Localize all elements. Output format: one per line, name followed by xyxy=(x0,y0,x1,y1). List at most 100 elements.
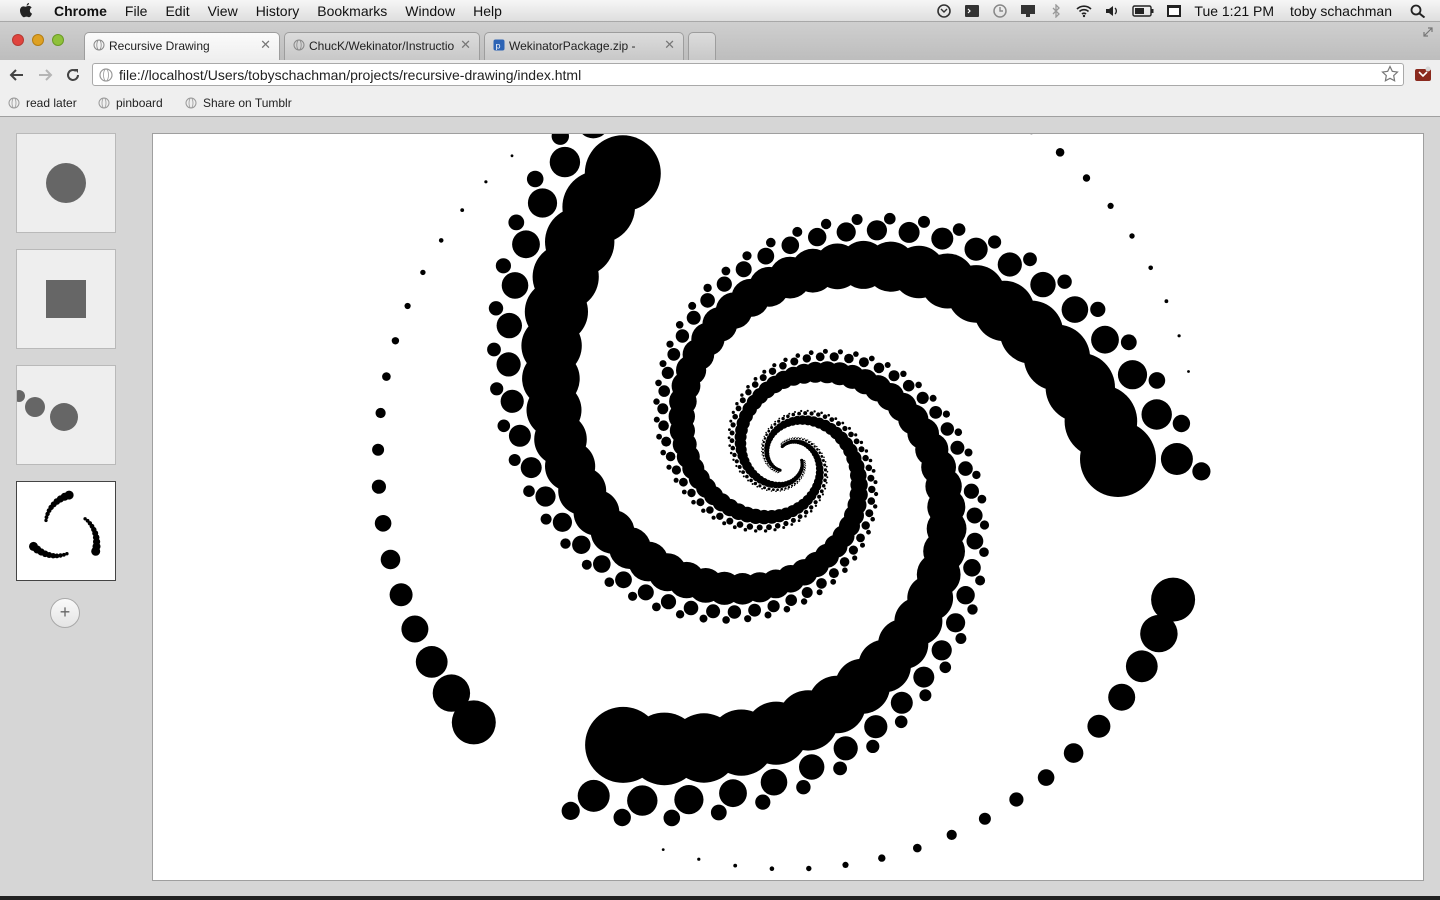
terminal-icon[interactable] xyxy=(964,4,980,18)
spiral-satellite-dot xyxy=(952,223,966,236)
spiral-satellite-dot xyxy=(782,441,784,443)
clock-icon[interactable] xyxy=(992,4,1008,18)
tab-recursive-drawing[interactable]: Recursive Drawing ✕ xyxy=(84,32,280,61)
browser-toolbar: file://localhost/Users/tobyschachman/pro… xyxy=(0,60,1440,90)
menu-history[interactable]: History xyxy=(256,2,300,20)
drawing-canvas[interactable] xyxy=(152,133,1424,881)
minimize-window-button[interactable] xyxy=(32,34,44,46)
tail-dot xyxy=(733,863,738,868)
spiral-satellite-dot xyxy=(813,445,816,448)
spiral-satellite-dot xyxy=(769,467,772,469)
spiral-satellite-dot xyxy=(721,266,731,276)
thumbnail-spiral-drawing[interactable] xyxy=(16,481,116,581)
forward-icon[interactable] xyxy=(36,66,54,84)
time-machine-icon[interactable] xyxy=(936,4,952,18)
menu-bookmarks[interactable]: Bookmarks xyxy=(317,2,387,20)
spiral-satellite-dot xyxy=(765,431,767,434)
spiral-satellite-dot xyxy=(864,449,869,453)
menu-user[interactable]: toby schachman xyxy=(1290,0,1392,22)
spiral-satellite-dot xyxy=(729,430,735,436)
spiral-satellite-dot xyxy=(658,385,670,397)
square-shape-icon xyxy=(46,280,86,318)
menu-view[interactable]: View xyxy=(208,2,238,20)
spiral-satellite-dot xyxy=(675,610,685,619)
volume-icon[interactable] xyxy=(1104,4,1120,18)
tail-dot xyxy=(1140,614,1178,653)
calendar-icon[interactable] xyxy=(1166,4,1182,18)
fullscreen-icon[interactable] xyxy=(1422,26,1434,38)
zoom-window-button[interactable] xyxy=(52,34,64,46)
spiral-satellite-dot xyxy=(784,439,786,441)
spiral-satellite-dot xyxy=(988,235,1002,249)
reload-icon[interactable] xyxy=(64,66,82,84)
wifi-icon[interactable] xyxy=(1076,4,1092,18)
spiral-satellite-dot xyxy=(728,444,731,447)
spiral-satellite-dot xyxy=(766,524,772,531)
add-shape-button[interactable]: + xyxy=(50,598,80,628)
spiral-satellite-dot xyxy=(801,587,813,598)
bookmark-star-icon[interactable] xyxy=(1381,65,1399,83)
spiral-satellite-dot xyxy=(779,490,781,492)
spiral-satellite-dot xyxy=(673,477,679,483)
close-tab-icon[interactable]: ✕ xyxy=(460,37,471,53)
bookmark-read-later[interactable]: read later xyxy=(8,96,77,110)
spiral-satellite-dot xyxy=(799,754,825,780)
menu-clock[interactable]: Tue 1:21 PM xyxy=(1194,0,1274,22)
new-tab-button[interactable] xyxy=(688,32,716,60)
bookmark-pinboard[interactable]: pinboard xyxy=(98,96,163,110)
spiral-satellite-dot xyxy=(804,514,807,518)
spiral-preview-icon xyxy=(29,490,101,559)
menu-window[interactable]: Window xyxy=(405,2,455,20)
bookmark-share-on-tumblr[interactable]: Share on Tumblr xyxy=(185,96,292,110)
menu-app-name[interactable]: Chrome xyxy=(54,2,107,20)
spiral-satellite-dot xyxy=(730,445,736,451)
back-icon[interactable] xyxy=(8,66,26,84)
tab-chuck-wekinator[interactable]: ChucK/Wekinator/Instructio ✕ xyxy=(284,32,480,60)
tab-wekinator-package[interactable]: p WekinatorPackage.zip - wek ✕ xyxy=(484,32,684,60)
spiral-satellite-dot xyxy=(873,480,878,485)
url-text[interactable]: file://localhost/Users/tobyschachman/pro… xyxy=(119,67,581,83)
display-icon[interactable] xyxy=(1020,4,1036,18)
tail-dot xyxy=(878,854,886,862)
menu-help[interactable]: Help xyxy=(473,2,502,20)
spotlight-icon[interactable] xyxy=(1410,4,1426,18)
spiral-satellite-dot xyxy=(800,476,803,478)
bluetooth-icon[interactable] xyxy=(1048,4,1064,18)
tail-dot xyxy=(404,302,411,310)
close-tab-icon[interactable]: ✕ xyxy=(260,37,271,53)
spiral-satellite-dot xyxy=(796,482,798,484)
menu-file[interactable]: File xyxy=(125,2,148,20)
spiral-satellite-dot xyxy=(816,445,818,448)
address-bar[interactable]: file://localhost/Users/tobyschachman/pro… xyxy=(92,63,1404,86)
spiral-satellite-dot xyxy=(604,577,615,587)
thumbnail-circles-recursive[interactable] xyxy=(13,365,116,465)
spiral-satellite-dot xyxy=(1172,414,1191,433)
spiral-satellite-dot xyxy=(884,362,891,368)
thumbnail-circle[interactable] xyxy=(16,133,116,233)
close-window-button[interactable] xyxy=(12,34,24,46)
spiral-satellite-dot xyxy=(732,413,738,420)
spiral-satellite-dot xyxy=(756,524,763,531)
spiral-satellite-dot xyxy=(549,146,581,178)
thumbnail-square[interactable] xyxy=(16,249,116,349)
spiral-satellite-dot xyxy=(810,441,812,443)
page-info-icon[interactable] xyxy=(99,68,113,82)
spiral-satellite-dot xyxy=(788,438,790,441)
spiral-satellite-dot xyxy=(958,461,973,476)
close-tab-icon[interactable]: ✕ xyxy=(664,37,675,53)
spiral-satellite-dot xyxy=(754,529,758,533)
tail-dot xyxy=(913,843,922,853)
spiral-satellite-dot xyxy=(729,451,733,455)
spiral-satellite-dot xyxy=(716,512,724,520)
spiral-satellite-dot xyxy=(791,484,794,487)
menu-edit[interactable]: Edit xyxy=(165,2,189,20)
spiral-satellite-dot xyxy=(749,478,753,483)
tab-strip: Recursive Drawing ✕ ChucK/Wekinator/Inst… xyxy=(0,22,1440,61)
battery-icon[interactable] xyxy=(1132,4,1154,18)
spiral-satellite-dot xyxy=(1091,325,1119,354)
extension-icon[interactable] xyxy=(1414,65,1432,83)
spiral-satellite-dot xyxy=(761,444,765,447)
apple-icon[interactable] xyxy=(18,2,34,20)
spiral-satellite-dot xyxy=(848,431,854,438)
tab-title: Recursive Drawing xyxy=(109,39,210,53)
